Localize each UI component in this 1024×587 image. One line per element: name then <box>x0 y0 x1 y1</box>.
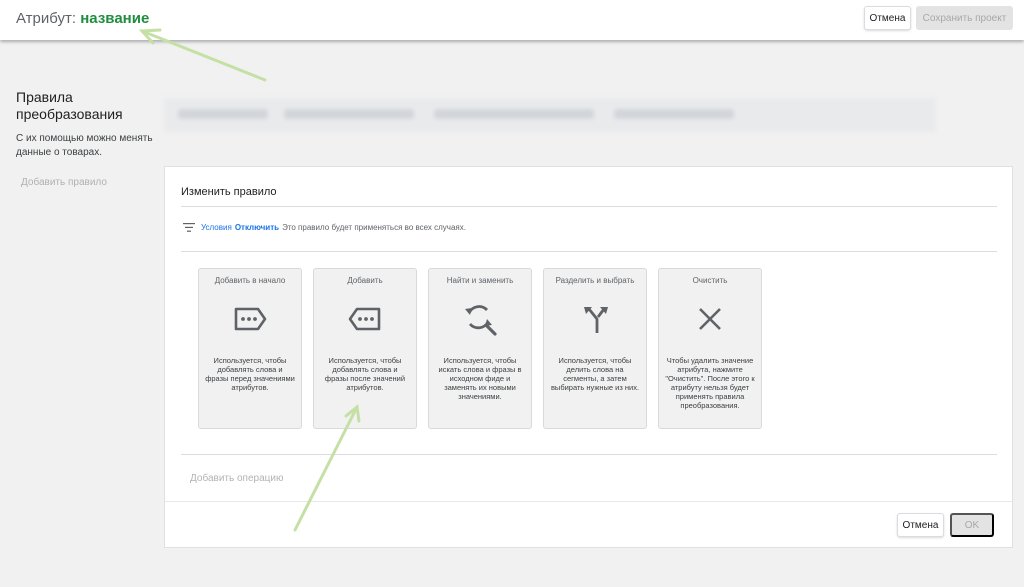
operation-card-split[interactable]: Разделить и выбрать Используется, чтобы … <box>543 268 647 429</box>
attribute-title: Атрибут: название <box>16 10 149 27</box>
operation-description: Используется, чтобы делить слова на сегм… <box>550 356 640 392</box>
conditions-text: Это правило будет применяться во всех сл… <box>282 223 466 232</box>
filter-icon <box>183 223 195 232</box>
operation-description: Используется, чтобы добавлять слова и фр… <box>205 356 295 392</box>
panel-title: Изменить правило <box>181 186 277 198</box>
operation-card-clear[interactable]: Очистить Чтобы удалить значение атрибута… <box>658 268 762 429</box>
operation-title: Найти и заменить <box>446 276 514 285</box>
find-replace-icon <box>465 305 497 336</box>
conditions-row: Условия Отключить Это правило будет прим… <box>183 223 466 232</box>
divider <box>181 251 997 252</box>
add-operation-link[interactable]: Добавить операцию <box>190 473 283 484</box>
section-description: С их помощью можно менять данные о товар… <box>16 133 153 158</box>
edit-rule-panel: Изменить правило Условия Отключить Это п… <box>164 166 1013 548</box>
operation-description: Чтобы удалить значение атрибута, нажмите… <box>665 356 755 410</box>
close-icon <box>699 308 721 330</box>
add-rule-link[interactable]: Добавить правило <box>21 177 107 188</box>
divider <box>165 501 1012 502</box>
save-project-button[interactable]: Сохранить проект <box>916 6 1013 30</box>
divider <box>181 454 997 455</box>
tag-append-icon <box>348 307 381 331</box>
attribute-value: название <box>80 10 150 27</box>
operation-title: Очистить <box>692 276 728 285</box>
top-bar: Атрибут: название Отмена Сохранить проек… <box>0 0 1024 40</box>
operation-description: Используется, чтобы добавлять слова и фр… <box>324 356 406 392</box>
operation-title: Разделить и выбрать <box>555 276 635 285</box>
conditions-label: Условия <box>201 223 232 232</box>
split-arrow-icon <box>584 307 608 333</box>
operation-title: Добавить <box>347 276 383 285</box>
attribute-label: Атрибут: <box>16 10 77 27</box>
tag-prepend-icon <box>234 307 267 331</box>
operation-card-find-replace[interactable]: Найти и заменить Используется, чтобы иск… <box>428 268 532 429</box>
operation-description: Используется, чтобы искать слова и фразы… <box>438 356 522 401</box>
disable-conditions-link[interactable]: Отключить <box>235 223 279 232</box>
operation-card-append[interactable]: Добавить Используется, чтобы добавлять с… <box>313 268 417 429</box>
ok-button[interactable]: OK <box>950 513 994 537</box>
panel-cancel-button[interactable]: Отмена <box>897 513 944 537</box>
blurred-rule-row <box>164 98 936 132</box>
cancel-button[interactable]: Отмена <box>864 6 911 30</box>
section-title: Правила преобразования <box>16 89 123 122</box>
operation-title: Добавить в начало <box>214 276 286 285</box>
divider <box>181 206 997 207</box>
operation-card-prepend[interactable]: Добавить в начало Используется, чтобы до… <box>198 268 302 429</box>
